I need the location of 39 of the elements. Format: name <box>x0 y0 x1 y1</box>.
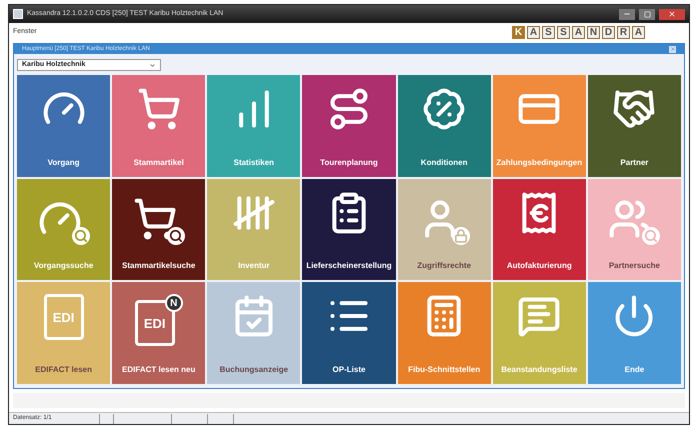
menu-tile[interactable]: Partner <box>588 75 681 177</box>
menu-tile[interactable]: Statistiken <box>207 75 300 177</box>
menu-tile[interactable]: Autofakturierung <box>492 178 586 280</box>
logo-letter: R <box>617 26 630 39</box>
logo-letter: D <box>602 26 615 39</box>
logo-letter: S <box>542 26 555 39</box>
menu-tile[interactable]: Buchungsanzeige <box>207 282 300 384</box>
maximize-button[interactable] <box>639 8 655 20</box>
logo-letter: A <box>572 26 585 39</box>
menu-tile[interactable]: Zugriffsrechte <box>398 178 491 280</box>
menu-tile[interactable]: Tourenplanung <box>302 75 396 177</box>
menu-tile[interactable]: Ende <box>588 282 681 384</box>
maximize-icon <box>644 10 650 18</box>
menu-tile[interactable]: Partnersuche <box>588 178 681 280</box>
logo-letter: A <box>527 26 540 39</box>
document-icon: EDI <box>44 294 84 340</box>
logo-letter: S <box>557 26 570 39</box>
dropdown-caret-icon <box>149 62 156 68</box>
menu-tile[interactable]: Stammartikel <box>112 75 206 177</box>
logo-letter: A <box>632 26 645 39</box>
menu-tile[interactable]: EDI EDIFACT lesen <box>17 282 110 384</box>
menu-tile[interactable]: EDI N EDIFACT lesen neu <box>112 282 206 384</box>
close-icon <box>668 10 676 18</box>
percent-badge-icon <box>422 87 466 131</box>
minimize-button[interactable] <box>619 8 635 20</box>
close-button[interactable] <box>659 8 685 20</box>
logo-letter: K <box>512 26 525 39</box>
logo-letter: N <box>587 26 600 39</box>
menu-tile[interactable]: Lieferscheinerstellung <box>302 178 396 280</box>
panel-close-button[interactable] <box>669 46 676 52</box>
menu-tile[interactable]: Vorgangssuche <box>17 178 110 280</box>
menu-tile[interactable]: Zahlungsbedingungen <box>492 75 586 177</box>
app-icon <box>13 9 23 19</box>
menu-tile[interactable]: Stammartikelsuche <box>112 178 206 280</box>
cart-icon <box>136 87 181 131</box>
menu-tile[interactable]: Konditionen <box>398 75 491 177</box>
menu-tile[interactable]: Vorgang <box>17 75 110 177</box>
menu-tile[interactable]: OP-Liste <box>302 282 396 384</box>
menu-tile[interactable]: Fibu-Schnittstellen <box>398 282 491 384</box>
